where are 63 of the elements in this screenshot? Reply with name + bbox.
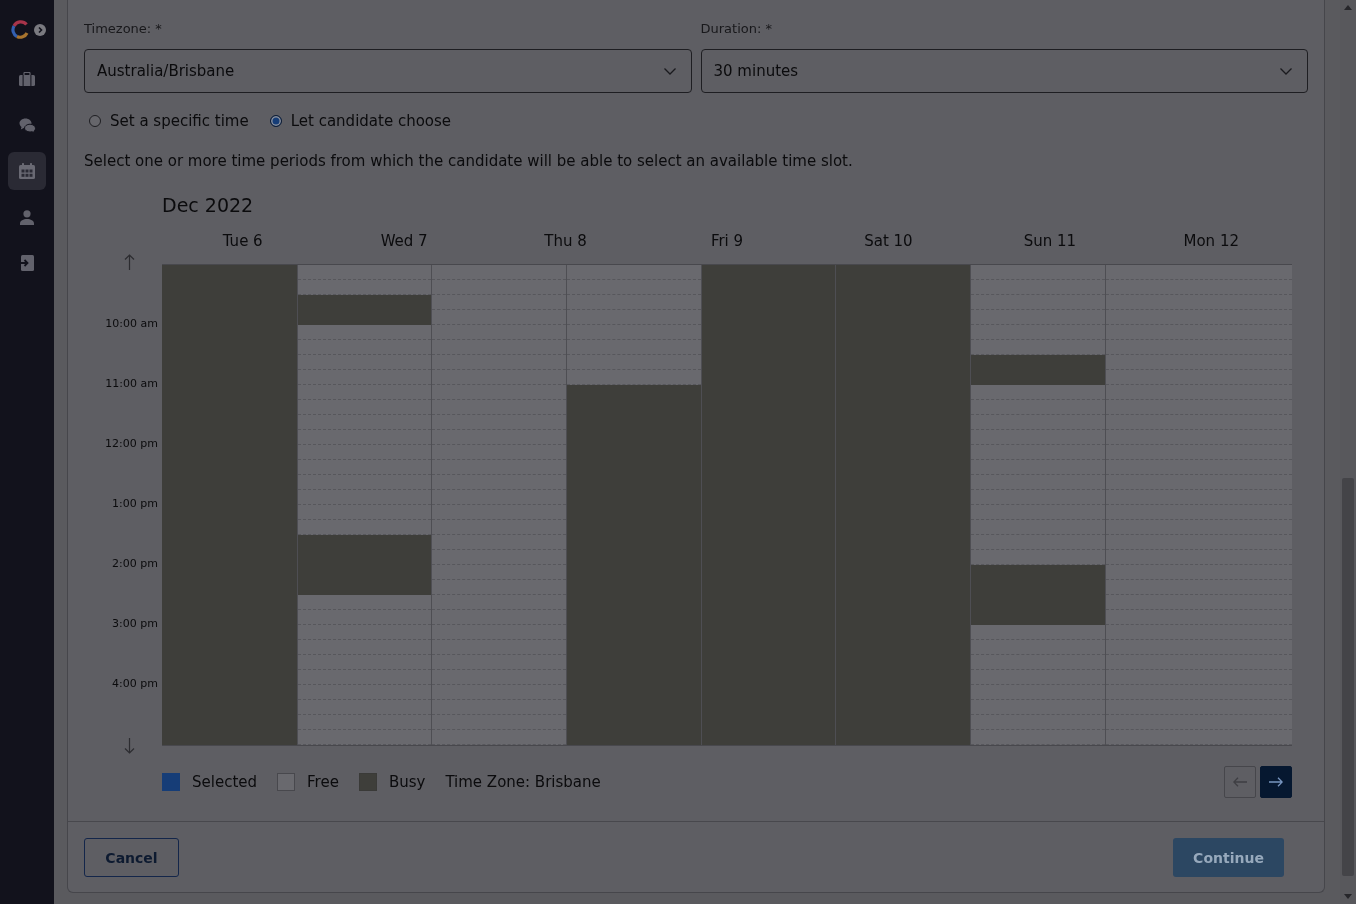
busy-slot[interactable] — [971, 355, 1105, 385]
calendar-icon — [19, 163, 35, 179]
busy-slot[interactable] — [701, 715, 836, 745]
time-label: 11:00 am — [105, 377, 158, 391]
legend-label: Selected — [192, 772, 258, 792]
busy-slot[interactable] — [567, 385, 701, 415]
legend-swatch-icon — [162, 773, 180, 791]
timezone-select[interactable]: Australia/Brisbane — [84, 49, 692, 93]
day-header: Sat 10 — [864, 231, 913, 251]
day-header: Tue 6 — [222, 231, 263, 251]
busy-slot[interactable] — [162, 715, 297, 745]
arrow-right-icon — [1269, 777, 1283, 787]
day-header: Thu 8 — [544, 231, 587, 251]
radio-icon[interactable] — [89, 115, 101, 127]
busy-slot[interactable] — [836, 265, 971, 295]
briefcase-icon — [19, 72, 35, 86]
logo-icon[interactable] — [10, 20, 30, 39]
person-icon — [20, 209, 34, 225]
radio-option[interactable]: Let candidate choose — [269, 111, 452, 131]
month-title: Dec 2022 — [162, 193, 254, 217]
busy-slot[interactable] — [701, 265, 836, 295]
day-header: Wed 7 — [380, 231, 428, 251]
timezone-note: Time Zone: Brisbane — [445, 772, 601, 792]
busy-slot[interactable] — [971, 565, 1105, 595]
legend-label: Busy — [388, 772, 426, 792]
chevron-down-icon — [663, 67, 676, 75]
chat-bubbles-icon — [18, 117, 36, 133]
arrow-up-icon[interactable] — [124, 254, 135, 270]
field-label: Duration: * — [700, 20, 772, 38]
busy-slot[interactable] — [567, 715, 701, 745]
exit-icon — [20, 255, 34, 271]
busy-slot[interactable] — [971, 595, 1105, 625]
legend-swatch-icon — [277, 773, 296, 791]
radio-option[interactable]: Set a specific time — [89, 111, 249, 131]
chevron-down-icon — [1280, 67, 1292, 75]
legend-swatch-icon — [358, 773, 377, 791]
scroll-up-icon[interactable] — [1344, 5, 1352, 10]
sidebar-item[interactable] — [8, 152, 46, 190]
arrow-left-icon — [1233, 777, 1247, 787]
radio-icon[interactable] — [269, 115, 282, 127]
time-label: 1:00 pm — [112, 497, 158, 511]
time-label: 4:00 pm — [112, 677, 158, 691]
time-label: 3:00 pm — [112, 617, 158, 631]
day-header: Sun 11 — [1023, 231, 1076, 251]
busy-slot[interactable] — [297, 565, 432, 595]
legend-label: Free — [307, 772, 339, 792]
busy-slot[interactable] — [836, 715, 971, 745]
instructions-text: Select one or more time periods from which the candidate will be able to select an available time slot. — [84, 151, 854, 171]
duration-select[interactable]: 30 minutes — [700, 49, 1308, 93]
busy-slot[interactable] — [162, 265, 297, 295]
scroll-down-icon[interactable] — [1344, 894, 1352, 899]
busy-slot[interactable] — [297, 535, 432, 565]
field-label: Timezone: * — [84, 20, 162, 38]
time-label: 2:00 pm — [112, 557, 158, 571]
day-header: Mon 12 — [1183, 231, 1239, 251]
busy-slot[interactable] — [297, 295, 432, 325]
arrow-down-icon[interactable] — [124, 738, 135, 754]
time-label: 10:00 am — [105, 317, 158, 331]
next-week-button[interactable] — [1260, 766, 1292, 798]
time-label: 12:00 pm — [105, 437, 158, 451]
cancel-button[interactable]: Cancel — [84, 838, 179, 877]
chevron-right-icon[interactable] — [33, 23, 46, 36]
day-header: Fri 9 — [710, 231, 744, 251]
